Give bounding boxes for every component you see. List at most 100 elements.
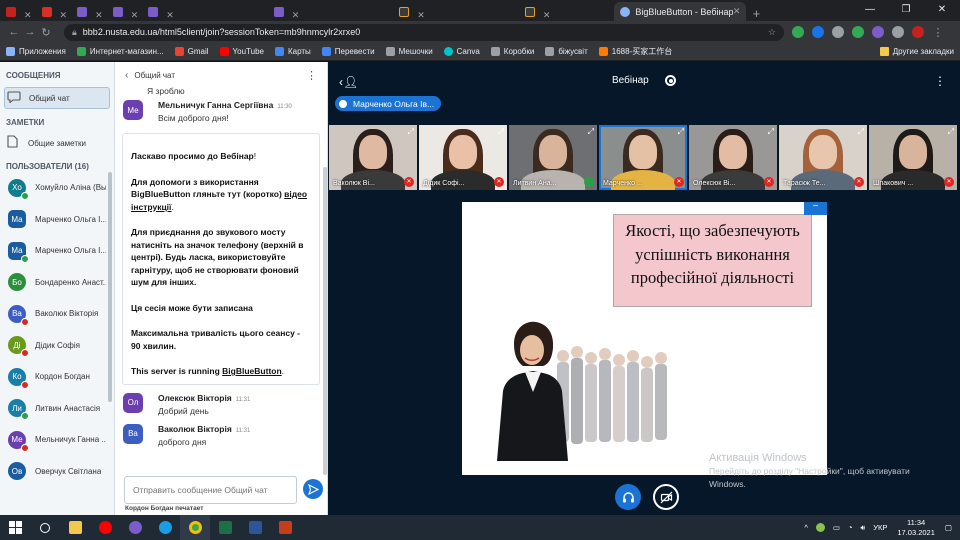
bookmark[interactable]: 1688-买家工作台 [598,46,672,57]
bookmark[interactable]: Интернет-магазин... [76,47,164,56]
user-list-item[interactable]: Ма Марченко Ольга І... [0,235,114,267]
bookmark-star-icon[interactable]: ☆ [768,27,776,38]
active-tab[interactable]: BigBlueButton - Вебінар ✕ [614,2,747,21]
webcam-tile[interactable]: ⤢ Шпакович ... ✕ [869,125,957,190]
close-icon[interactable]: ✕ [292,10,300,21]
clock[interactable]: 11:34 17.03.2021 [897,518,935,538]
user-list-item[interactable]: Ма Марченко Ольга І... [0,204,114,236]
other-bookmarks[interactable]: Другие закладки [879,47,954,56]
user-list-item[interactable]: Ва Ваколюк Вікторія [0,298,114,330]
excel-icon[interactable] [210,515,240,540]
tab-icon[interactable] [268,3,290,21]
record-icon[interactable] [665,75,676,86]
fullscreen-icon[interactable]: ⤢ [588,127,594,137]
toggle-userlist-icon[interactable]: ‹👤︎ [339,75,358,89]
url-input[interactable]: 🔒︎ bbb2.nusta.edu.ua/html5client/join?se… [64,23,784,41]
close-icon[interactable]: ✕ [417,10,425,21]
reload-icon[interactable]: ↻ [38,26,54,39]
volume-icon[interactable]: 🔊︎ [860,523,865,533]
tray-app-icon[interactable] [815,523,825,532]
close-icon[interactable]: ✕ [166,10,174,21]
bookmark[interactable]: Мешочки [385,47,433,56]
tab-icon[interactable] [519,3,541,21]
viber-icon[interactable] [120,515,150,540]
chevron-up-icon[interactable]: ^ [804,523,808,532]
bookmark[interactable]: біжусвіт [545,47,588,56]
webcam-tile[interactable]: ⤢ Ваколюк Ві... ✕ [329,125,417,190]
edge-icon[interactable] [150,515,180,540]
windows-start-icon[interactable] [0,515,30,540]
user-list-item[interactable]: Бо Бондаренко Анаст... [0,267,114,299]
bookmark[interactable]: Canva [443,47,480,56]
notifications-icon[interactable]: ▢ [945,523,952,532]
fullscreen-icon[interactable]: ⤢ [768,127,774,137]
public-chat-item[interactable]: Общий чат [4,87,110,109]
webcam-tile[interactable]: ⤢ Марченко ... ✕ [599,125,687,190]
more-options-icon[interactable]: ⋮ [306,69,317,82]
webcam-tile[interactable]: ⤢ Литвин Ана... [509,125,597,190]
close-icon[interactable]: ✕ [543,10,551,21]
bookmark[interactable]: Карты [274,47,311,56]
close-icon[interactable]: ✕ [24,10,32,21]
webcam-tile[interactable]: ⤢ Олексюк Ві... ✕ [689,125,777,190]
close-icon[interactable]: ✕ [60,10,68,21]
tab-icon[interactable] [393,3,415,21]
chat-scrollbar[interactable] [323,167,327,475]
user-list-item[interactable]: Ко Кордон Богдан [0,361,114,393]
extension-icon[interactable] [832,26,844,38]
user-list-item[interactable]: Ли Литвин Анастасія [0,393,114,425]
fullscreen-icon[interactable]: ⤢ [498,127,504,137]
user-list-item[interactable]: Ме Мельничук Ганна ... [0,424,114,456]
tab-icon[interactable] [71,3,93,21]
youtube-icon[interactable] [90,515,120,540]
bigbluebutton-link[interactable]: BigBlueButton [222,366,282,376]
share-camera-button[interactable] [653,484,679,510]
minimize-presentation-button[interactable]: − [804,202,827,215]
fullscreen-icon[interactable]: ⤢ [408,127,414,137]
bookmark[interactable]: Перевести [321,47,375,56]
minimize-icon[interactable]: — [852,0,888,21]
shared-notes-item[interactable]: Общие заметки [0,132,114,154]
new-tab-button[interactable]: + [746,6,766,21]
bookmark[interactable]: YouTube [219,47,264,56]
app-icon[interactable] [270,515,300,540]
battery-icon[interactable]: ▭ [833,523,840,532]
profile-avatar[interactable] [912,26,924,38]
wifi-icon[interactable]: ◔ [848,523,853,532]
menu-icon[interactable]: ⋮ [930,26,946,39]
search-icon[interactable] [30,515,60,540]
extension-icon[interactable] [792,26,804,38]
close-icon[interactable]: ✕ [131,10,139,21]
chat-message-input[interactable] [124,476,297,504]
extension-icon[interactable] [812,26,824,38]
word-icon[interactable] [240,515,270,540]
tab-icon[interactable] [0,3,22,21]
send-button[interactable] [303,479,323,499]
bookmark[interactable]: Приложения [6,47,66,56]
user-list-item[interactable]: Хо Хомуйло Аліна (Вы) [0,172,114,204]
chrome-icon[interactable] [180,515,210,540]
extension-icon[interactable] [872,26,884,38]
tab-icon[interactable] [36,3,58,21]
close-icon[interactable]: ✕ [733,6,741,17]
user-list-scrollbar[interactable] [108,172,112,402]
extension-icon[interactable] [852,26,864,38]
fullscreen-icon[interactable]: ⤢ [948,127,954,137]
language-indicator[interactable]: УКР [873,523,887,532]
file-explorer-icon[interactable] [60,515,90,540]
extension-icon[interactable] [892,26,904,38]
talking-indicator[interactable]: Марченко Ольга Ів... [335,96,442,111]
bookmark[interactable]: Gmail [174,47,209,56]
forward-icon[interactable]: → [22,26,38,38]
fullscreen-icon[interactable]: ⤢ [858,127,864,137]
user-list-item[interactable]: Ов Оверчук Світлана [0,456,114,488]
close-window-icon[interactable]: ✕ [924,0,960,21]
back-icon[interactable]: ← [6,26,22,38]
user-list-item[interactable]: Ді Дідик Софія [0,330,114,362]
fullscreen-icon[interactable]: ⤢ [678,127,684,137]
bookmark[interactable]: Коробки [490,47,534,56]
maximize-icon[interactable]: ❐ [888,0,924,21]
more-options-icon[interactable]: ⋮ [934,74,946,88]
webcam-tile[interactable]: ⤢ Тараскж Те... ✕ [779,125,867,190]
chevron-left-icon[interactable]: ‹ [125,70,128,81]
